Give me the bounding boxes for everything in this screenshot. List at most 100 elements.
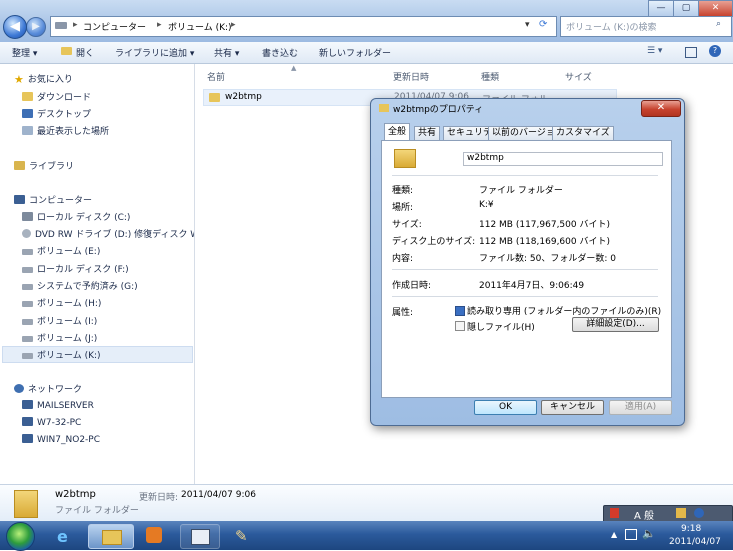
open-icon xyxy=(61,47,72,55)
breadcrumb-volume-k[interactable]: ボリューム (K:) xyxy=(168,20,232,33)
nav-drive-i[interactable]: ボリューム (I:) xyxy=(22,314,97,327)
properties-dialog: w2btmpのプロパティ ✕ 全般 共有 セキュリティ 以前のバージョン カスタ… xyxy=(370,98,685,426)
preview-pane-icon[interactable] xyxy=(685,47,697,58)
paint-taskbar-button[interactable]: ✎ xyxy=(224,524,262,547)
computer-icon xyxy=(14,195,25,204)
nav-drive-h[interactable]: ボリューム (H:) xyxy=(22,296,101,309)
cancel-button[interactable]: キャンセル xyxy=(541,400,604,415)
column-name[interactable]: 名前 xyxy=(207,70,225,83)
nav-drive-f[interactable]: ローカル ディスク (F:) xyxy=(22,262,129,275)
refresh-icon[interactable]: ⟳ xyxy=(539,19,547,30)
open-button[interactable]: 開く xyxy=(76,46,94,59)
ie-taskbar-button[interactable]: e xyxy=(46,524,84,547)
help-icon[interactable]: ? xyxy=(709,45,721,57)
forward-button[interactable]: ▶ xyxy=(26,17,46,37)
nav-drive-g[interactable]: システムで予約済み (G:) xyxy=(22,279,138,292)
title-bar: — ▢ ✕ ◀ ▶ ▸ コンピューター ▸ ボリューム (K:) ▸ ▾ ⟳ ボ… xyxy=(0,0,733,42)
nav-favorites[interactable]: ★ お気に入り xyxy=(14,72,73,86)
column-modified[interactable]: 更新日時 xyxy=(393,70,429,83)
show-hidden-icons-icon[interactable]: ▲ xyxy=(611,530,617,539)
nav-mailserver[interactable]: MAILSERVER xyxy=(22,400,94,411)
search-box[interactable]: ボリューム (K:)の検索 ⌕ xyxy=(560,16,732,37)
share-button[interactable]: 共有 ▾ xyxy=(214,46,239,59)
close-button[interactable]: ✕ xyxy=(698,0,733,17)
explorer-folder-icon xyxy=(102,530,122,545)
burn-button[interactable]: 書き込む xyxy=(262,46,298,59)
breadcrumb-computer[interactable]: コンピューター xyxy=(83,20,146,33)
location-value: K:¥ xyxy=(479,200,494,210)
organize-button[interactable]: 整理 ▾ xyxy=(12,46,37,59)
tab-general[interactable]: 全般 xyxy=(384,123,411,141)
ime-icon xyxy=(610,508,619,518)
start-button[interactable] xyxy=(6,522,35,551)
paint-icon: ✎ xyxy=(235,527,248,545)
nav-desktop[interactable]: デスクトップ xyxy=(22,107,91,120)
app-taskbar-button[interactable] xyxy=(180,524,220,549)
name-field[interactable]: w2btmp xyxy=(463,152,663,166)
dialog-title: w2btmpのプロパティ xyxy=(393,105,484,115)
nav-w7-32-pc[interactable]: W7-32-PC xyxy=(22,417,81,428)
download-folder-icon xyxy=(22,92,33,101)
dialog-close-button[interactable]: ✕ xyxy=(641,100,681,117)
created-value: 2011年4月7日、9:06:49 xyxy=(479,281,585,291)
ok-button[interactable]: OK xyxy=(474,400,537,415)
folder-icon xyxy=(209,93,220,102)
nav-drive-e[interactable]: ボリューム (E:) xyxy=(22,244,100,257)
tab-sharing[interactable]: 共有 xyxy=(414,126,441,140)
separator xyxy=(392,175,658,176)
nav-win7-no2-pc[interactable]: WIN7_NO2-PC xyxy=(22,434,100,445)
nav-computer[interactable]: コンピューター xyxy=(14,193,92,206)
network-tray-icon[interactable] xyxy=(625,529,637,540)
clock-time[interactable]: 9:18 xyxy=(681,524,701,534)
navigation-pane: ★ お気に入り ダウンロード デスクトップ 最近表示した場所 ライブラリ コンピュ… xyxy=(0,64,195,484)
nav-drive-c[interactable]: ローカル ディスク (C:) xyxy=(22,210,130,223)
folder-large-icon xyxy=(14,490,38,518)
nav-libraries[interactable]: ライブラリ xyxy=(14,159,74,172)
apply-button[interactable]: 適用(A) xyxy=(609,400,672,415)
explorer-taskbar-button[interactable] xyxy=(88,524,134,549)
search-icon[interactable]: ⌕ xyxy=(716,19,721,29)
address-dropdown-icon[interactable]: ▾ xyxy=(525,20,530,30)
new-folder-button[interactable]: 新しいフォルダー xyxy=(319,46,391,59)
separator xyxy=(392,296,658,297)
size-value: 112 MB (117,967,500 バイト) xyxy=(479,220,610,230)
readonly-checkbox[interactable] xyxy=(455,306,465,316)
dialog-folder-icon xyxy=(379,104,389,112)
minimize-button[interactable]: — xyxy=(648,0,674,17)
add-to-library-button[interactable]: ライブラリに追加 ▾ xyxy=(115,46,194,59)
size-label: サイズ: xyxy=(392,220,422,230)
media-player-taskbar-button[interactable] xyxy=(136,524,174,547)
help-icon[interactable] xyxy=(694,508,704,518)
address-bar[interactable]: ▸ コンピューター ▸ ボリューム (K:) ▸ ▾ ⟳ xyxy=(50,16,557,37)
volume-icon[interactable]: 🔈 xyxy=(642,527,656,540)
ime-mode[interactable]: A 般 xyxy=(634,507,654,522)
nav-drive-k[interactable]: ボリューム (K:) xyxy=(22,348,101,361)
nav-network[interactable]: ネットワーク xyxy=(14,382,82,395)
size-on-disk-label: ディスク上のサイズ: xyxy=(392,237,476,247)
nav-recent-places[interactable]: 最近表示した場所 xyxy=(22,124,109,137)
column-type[interactable]: 種類 xyxy=(481,70,499,83)
general-tab-panel: w2btmp 種類: ファイル フォルダー 場所: K:¥ サイズ: 112 M… xyxy=(381,140,672,398)
tab-customize[interactable]: カスタマイズ xyxy=(552,126,614,140)
readonly-label[interactable]: 読み取り専用 (フォルダー内のファイルのみ)(R) xyxy=(467,304,661,317)
nav-drive-d[interactable]: DVD RW ドライブ (D:) 修復ディスク W xyxy=(22,227,194,240)
advanced-button[interactable]: 詳細設定(D)... xyxy=(572,317,659,332)
hidden-checkbox[interactable] xyxy=(455,321,465,331)
nav-drive-j[interactable]: ボリューム (J:) xyxy=(22,331,97,344)
desktop-icon xyxy=(22,109,33,118)
media-player-icon xyxy=(146,527,162,543)
search-input[interactable]: ボリューム (K:)の検索 xyxy=(566,20,657,33)
details-modified-label: 更新日時: xyxy=(139,493,179,503)
nav-downloads[interactable]: ダウンロード xyxy=(22,90,91,103)
back-button[interactable]: ◀ xyxy=(3,15,27,39)
window-app-icon xyxy=(191,529,210,545)
maximize-button[interactable]: ▢ xyxy=(673,0,699,17)
dictionary-icon[interactable] xyxy=(676,508,686,518)
computer-icon xyxy=(22,400,33,409)
clock-date[interactable]: 2011/04/07 xyxy=(669,537,721,547)
hidden-label[interactable]: 隠しファイル(H) xyxy=(467,320,535,333)
view-options-icon[interactable]: ☰ ▾ xyxy=(647,46,662,56)
column-size[interactable]: サイズ xyxy=(565,70,592,83)
type-label: 種類: xyxy=(392,186,414,196)
breadcrumb-sep-icon: ▸ xyxy=(157,20,162,30)
